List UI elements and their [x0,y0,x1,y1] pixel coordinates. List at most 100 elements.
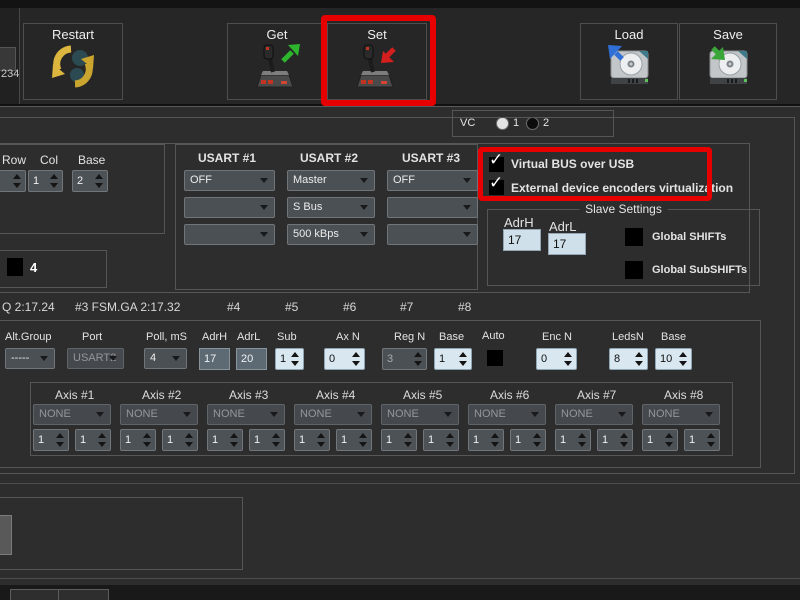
save-button[interactable]: Save [679,23,777,100]
bottom-tab-2[interactable] [58,589,109,600]
get-button[interactable]: Get [227,23,327,100]
axis7-spinner-1[interactable]: 1 [555,429,591,451]
spinner-arrows-icon[interactable] [230,433,239,447]
axis5-mode-dropdown[interactable]: NONE [381,404,459,425]
spinner-arrows-icon[interactable] [635,352,644,366]
axn-spinner[interactable]: 0 [324,348,365,370]
usart3-mode-dropdown[interactable]: OFF [387,170,478,191]
cut-side-button[interactable] [0,515,12,555]
device-tab-3[interactable]: #4 [227,300,240,314]
encoders-virtualization-checkbox[interactable]: ✓ [489,180,504,195]
spinner-arrows-icon[interactable] [578,433,587,447]
ledsn-spinner[interactable]: 8 [609,348,648,370]
axis4-title: Axis #4 [316,388,355,402]
spinner-arrows-icon[interactable] [679,352,688,366]
axis6-value-1: 1 [473,430,479,450]
load-button[interactable]: Load [580,23,678,100]
spinner-arrows-icon[interactable] [98,433,107,447]
device-tab-6[interactable]: #7 [400,300,413,314]
axis5-spinner-1[interactable]: 1 [381,429,417,451]
spinner-arrows-icon[interactable] [446,433,455,447]
usart2-mode-dropdown[interactable]: Master [287,170,375,191]
axis6-spinner-1[interactable]: 1 [468,429,504,451]
usart1-protocol-dropdown[interactable] [184,197,275,218]
spinner-arrows-icon[interactable] [95,174,104,188]
cfg-adrl-field[interactable]: 20 [236,348,267,370]
axis7-mode-dropdown[interactable]: NONE [555,404,633,425]
spinner-arrows-icon[interactable] [414,352,423,366]
spinner-arrows-icon[interactable] [13,174,22,188]
usart2-speed-dropdown[interactable]: 500 kBps [287,224,375,245]
set-button[interactable]: Set [327,23,427,100]
alt-group-dropdown[interactable]: ----- [5,348,55,369]
global-shifts-checkbox[interactable] [625,228,643,246]
usart3-speed-dropdown[interactable] [387,224,478,245]
axis1-mode-dropdown[interactable]: NONE [33,404,111,425]
bottom-tab-1[interactable] [10,589,59,600]
axis7-spinner-2[interactable]: 1 [597,429,633,451]
device-tab-5[interactable]: #6 [343,300,356,314]
spinner-arrows-icon[interactable] [185,433,194,447]
usart1-mode-dropdown[interactable]: OFF [184,170,275,191]
axis1-spinner-1[interactable]: 1 [33,429,69,451]
base-spinner[interactable]: 2 [72,170,108,192]
spinner-arrows-icon[interactable] [143,433,152,447]
encn-spinner[interactable]: 0 [536,348,577,370]
spinner-arrows-icon[interactable] [359,433,368,447]
axis4-mode-dropdown[interactable]: NONE [294,404,372,425]
usart2-protocol-dropdown[interactable]: S Bus [287,197,375,218]
sub-spinner[interactable]: 1 [275,348,304,370]
axis1-value-2: 1 [80,430,86,450]
axis2-mode-dropdown[interactable]: NONE [120,404,198,425]
axis3-mode-dropdown[interactable]: NONE [207,404,285,425]
col-spinner[interactable]: 1 [28,170,63,192]
auto-checkbox[interactable] [487,350,503,366]
base2-spinner[interactable]: 10 [655,348,692,370]
restart-button[interactable]: Restart [23,23,123,100]
axis1-spinner-2[interactable]: 1 [75,429,111,451]
regn-spinner[interactable]: 3 [382,348,427,370]
spinner-arrows-icon[interactable] [317,433,326,447]
device-tab-4[interactable]: #5 [285,300,298,314]
slave-adrh-field[interactable]: 17 [503,229,541,251]
indicator-checkbox[interactable] [7,258,23,276]
spinner-arrows-icon[interactable] [50,174,59,188]
poll-dropdown[interactable]: 4 [144,348,187,369]
row-spinner[interactable] [0,170,26,192]
port-dropdown[interactable]: USART2 [67,348,124,369]
spinner-arrows-icon[interactable] [491,433,500,447]
cfg-adrh-field[interactable]: 17 [199,348,230,370]
axis5-spinner-2[interactable]: 1 [423,429,459,451]
spinner-arrows-icon[interactable] [272,433,281,447]
spinner-arrows-icon[interactable] [665,433,674,447]
virtual-bus-checkbox[interactable]: ✓ [489,157,504,172]
spinner-arrows-icon[interactable] [291,352,300,366]
axis8-spinner-2[interactable]: 1 [684,429,720,451]
axis8-mode-dropdown[interactable]: NONE [642,404,720,425]
base1-spinner[interactable]: 1 [434,348,472,370]
device-tab-7[interactable]: #8 [458,300,471,314]
spinner-arrows-icon[interactable] [620,433,629,447]
axis6-spinner-2[interactable]: 1 [510,429,546,451]
device-tab-1[interactable]: Q 2:17.24 [2,300,55,314]
slave-adrl-field[interactable]: 17 [548,233,586,255]
spinner-arrows-icon[interactable] [533,433,542,447]
axis2-spinner-1[interactable]: 1 [120,429,156,451]
usart3-protocol-dropdown[interactable] [387,197,478,218]
spinner-arrows-icon[interactable] [404,433,413,447]
spinner-arrows-icon[interactable] [56,433,65,447]
axis4-spinner-1[interactable]: 1 [294,429,330,451]
spinner-arrows-icon[interactable] [707,433,716,447]
axis4-spinner-2[interactable]: 1 [336,429,372,451]
axis3-spinner-1[interactable]: 1 [207,429,243,451]
axis3-spinner-2[interactable]: 1 [249,429,285,451]
axis2-spinner-2[interactable]: 1 [162,429,198,451]
spinner-arrows-icon[interactable] [564,352,573,366]
spinner-arrows-icon[interactable] [459,352,468,366]
axis8-spinner-1[interactable]: 1 [642,429,678,451]
axis6-mode-dropdown[interactable]: NONE [468,404,546,425]
device-tab-2[interactable]: #3 FSM.GA 2:17.32 [75,300,180,314]
usart1-speed-dropdown[interactable] [184,224,275,245]
spinner-arrows-icon[interactable] [352,352,361,366]
global-subshifts-checkbox[interactable] [625,261,643,279]
